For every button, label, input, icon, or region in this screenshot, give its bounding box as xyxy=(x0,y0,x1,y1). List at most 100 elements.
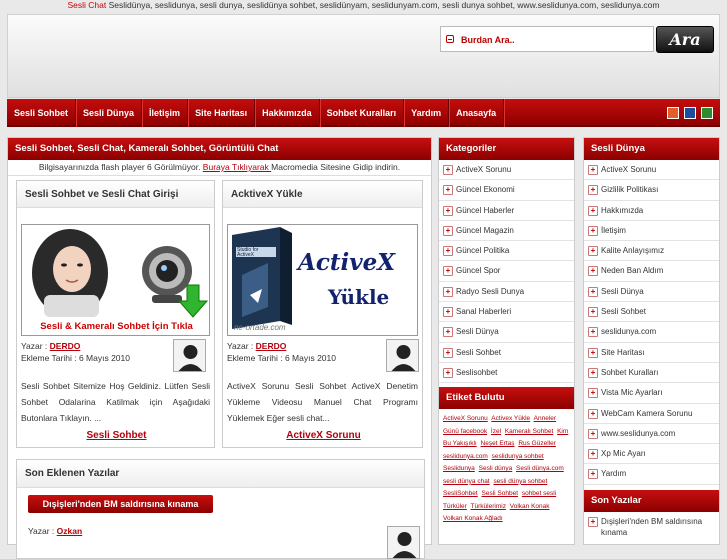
recent-posts-title: Son Eklenen Yazılar xyxy=(17,460,424,488)
flash-notice-tail: Macromedia Sitesine Gidip indirin. xyxy=(271,162,401,172)
tag-link[interactable]: Neşet Ertaş xyxy=(481,440,515,447)
page-link[interactable]: Hakkımızda xyxy=(584,201,719,221)
activex-banner-url: ne-ortade.com xyxy=(234,323,286,332)
tag-link[interactable]: Rus Güzeller xyxy=(518,440,556,447)
tag-link[interactable]: Seslidunya xyxy=(443,465,475,472)
page-link[interactable]: Kalite Anlayışımız xyxy=(584,241,719,262)
tag-link[interactable]: Sesli Sohbet xyxy=(482,490,519,497)
card-meta: Yazar : DERDO Ekleme Tarihi : 6 Mayıs 20… xyxy=(227,340,377,364)
tag-link[interactable]: SesliSohbet xyxy=(443,490,478,497)
recent-post-link[interactable]: Dışişleri'nden BM saldırısına kınama xyxy=(28,495,213,513)
nav-item-anasayfa[interactable]: Anasayfa xyxy=(449,99,505,127)
tag-link[interactable]: İzel xyxy=(491,428,501,435)
page-link[interactable]: Xp Mic Ayarı xyxy=(584,444,719,465)
user-silhouette-icon xyxy=(391,345,416,371)
recent-post-item[interactable]: Dışişleri'nden BM saldırısına kınama xyxy=(584,512,719,542)
page-link[interactable]: Sohbet Kuralları xyxy=(584,363,719,384)
top-keyword-highlight[interactable]: Sesli Chat xyxy=(67,0,106,10)
author-link[interactable]: DERDO xyxy=(256,341,287,351)
avatar xyxy=(173,339,206,372)
tag-link[interactable]: sohbet sesli xyxy=(522,490,556,497)
page-link[interactable]: Yardım xyxy=(584,464,719,485)
category-item[interactable]: Sesli Dünya xyxy=(439,322,574,343)
tag-link[interactable]: seslidunya.com xyxy=(443,453,488,460)
page-link[interactable]: www.seslidunya.com xyxy=(584,424,719,445)
category-item[interactable]: Güncel Magazin xyxy=(439,221,574,242)
category-item[interactable]: Güncel Ekonomi xyxy=(439,180,574,201)
page-link[interactable]: WebCam Kamera Sorunu xyxy=(584,404,719,424)
theme-swatch-orange[interactable] xyxy=(667,107,679,119)
category-item[interactable]: Seslisohbet xyxy=(439,363,574,384)
nav-item-hakkimizda[interactable]: Hakkımızda xyxy=(255,99,320,127)
tag-link[interactable]: seslidunya sohbet xyxy=(492,453,544,460)
tag-link[interactable]: Activex Yükle xyxy=(491,415,530,422)
page-link[interactable]: ActiveX Sorunu xyxy=(584,160,719,181)
category-item[interactable]: Güncel Politika xyxy=(439,241,574,262)
category-item[interactable]: Güncel Haberler xyxy=(439,201,574,221)
category-item[interactable]: Güncel Spor xyxy=(439,261,574,282)
nav-item-yardim[interactable]: Yardım xyxy=(404,99,450,127)
tag-link[interactable]: sesli dünya sohbet xyxy=(493,478,547,485)
tag-link[interactable]: Volkan Konak xyxy=(510,503,550,510)
activex-box-label: Studio for ActiveX xyxy=(237,247,259,258)
activex-banner[interactable]: Studio for ActiveX ActiveX Yükle ne-orta… xyxy=(227,224,418,336)
category-item[interactable]: Sanal Haberleri xyxy=(439,302,574,323)
tag-link[interactable]: Kameralı Sohbet xyxy=(505,428,553,435)
search-button[interactable]: Ara xyxy=(656,26,714,53)
nav-item-site-haritasi[interactable]: Site Haritası xyxy=(188,99,256,127)
user-silhouette-icon xyxy=(392,532,417,558)
page-link[interactable]: İletişim xyxy=(584,221,719,242)
kategoriler-list: ActiveX Sorunu Güncel Ekonomi Güncel Hab… xyxy=(439,160,574,384)
page-link[interactable]: seslidunya.com xyxy=(584,322,719,343)
card-author-line: Yazar : DERDO xyxy=(227,340,377,352)
banner-caption: Sesli & Kameralı Sohbet İçin Tıkla xyxy=(40,321,193,332)
activex-sorunu-link[interactable]: ActiveX Sorunu xyxy=(223,430,424,441)
author-link[interactable]: Ozkan xyxy=(57,526,83,536)
tag-link[interactable]: Volkan Konak Ağladı xyxy=(443,515,503,522)
flash-notice-text: Bilgisayarınızda flash player 6 Görülmüy… xyxy=(38,162,203,172)
tag-link[interactable]: Türküler xyxy=(443,503,467,510)
tag-cloud: ActiveX Sorunu Activex Yükle Anneler Gün… xyxy=(439,409,574,530)
activex-box-illustration xyxy=(228,225,417,335)
main-nav: Sesli Sohbet Sesli Dünya İletişim Site H… xyxy=(7,99,720,127)
card-description: Sesli Sohbet Sitemize Hoş Geldiniz. Lütf… xyxy=(21,381,210,423)
card-meta: Yazar : DERDO Ekleme Tarihi : 6 Mayıs 20… xyxy=(21,340,171,364)
page-link[interactable]: Vista Mic Ayarları xyxy=(584,383,719,404)
avatar xyxy=(387,526,420,559)
author-label: Yazar : xyxy=(227,341,256,351)
tag-link[interactable]: ActiveX Sorunu xyxy=(443,415,488,422)
search-input[interactable] xyxy=(461,32,646,47)
sesli-dunya-title: Sesli Dünya xyxy=(584,138,719,160)
nav-item-sesli-sohbet[interactable]: Sesli Sohbet xyxy=(7,99,77,127)
category-item[interactable]: Sesli Sohbet xyxy=(439,343,574,363)
page-link[interactable]: Neden Ban Aldım xyxy=(584,261,719,282)
post-date: Ekleme Tarihi : 6 Mayıs 2010 xyxy=(227,353,336,363)
sesli-sohbet-banner[interactable]: Sesli & Kameralı Sohbet İçin Tıkla xyxy=(21,224,210,336)
tag-link[interactable]: sesli dünya chat xyxy=(443,478,490,485)
sesli-sohbet-link[interactable]: Sesli Sohbet xyxy=(17,430,216,441)
category-item[interactable]: Radyo Sesli Dunya xyxy=(439,282,574,303)
category-item[interactable]: ActiveX Sorunu xyxy=(439,160,574,181)
sidebar-middle: Kategoriler ActiveX Sorunu Güncel Ekonom… xyxy=(438,137,575,545)
theme-swatch-blue[interactable] xyxy=(684,107,696,119)
card-author-line: Yazar : DERDO xyxy=(21,340,171,352)
page-link[interactable]: Sesli Dünya xyxy=(584,282,719,303)
page-link[interactable]: Sesli Sohbet xyxy=(584,302,719,323)
page-link[interactable]: Gizlilik Politikası xyxy=(584,180,719,201)
flash-notice-link[interactable]: Buraya Tıklıyarak xyxy=(203,162,271,172)
tag-link[interactable]: Sesli dünya.com xyxy=(516,465,564,472)
author-link[interactable]: DERDO xyxy=(50,341,81,351)
theme-swatch-green[interactable] xyxy=(701,107,713,119)
activex-banner-line2: Yükle xyxy=(328,285,390,309)
recent-posts: Son Eklenen Yazılar Dışişleri'nden BM sa… xyxy=(16,459,425,559)
tag-link[interactable]: Türkülerimiz xyxy=(471,503,506,510)
card-activex: AcktiveX Yükle Studio for ActiveX Active… xyxy=(222,180,423,448)
page-link[interactable]: Site Haritası xyxy=(584,343,719,363)
card-description: ActiveX Sorunu Sesli Sohbet ActiveX Dene… xyxy=(227,381,418,423)
nav-item-sesli-dunya[interactable]: Sesli Dünya xyxy=(76,99,143,127)
nav-item-sohbet-kurallari[interactable]: Sohbet Kuralları xyxy=(320,99,405,127)
sidebar-right: Sesli Dünya ActiveX Sorunu Gizlilik Poli… xyxy=(583,137,720,545)
nav-item-iletisim[interactable]: İletişim xyxy=(142,99,189,127)
card-sesli-sohbet: Sesli Sohbet ve Sesli Chat Girişi Sesli … xyxy=(16,180,215,448)
tag-link[interactable]: Sesli dünya xyxy=(479,465,513,472)
